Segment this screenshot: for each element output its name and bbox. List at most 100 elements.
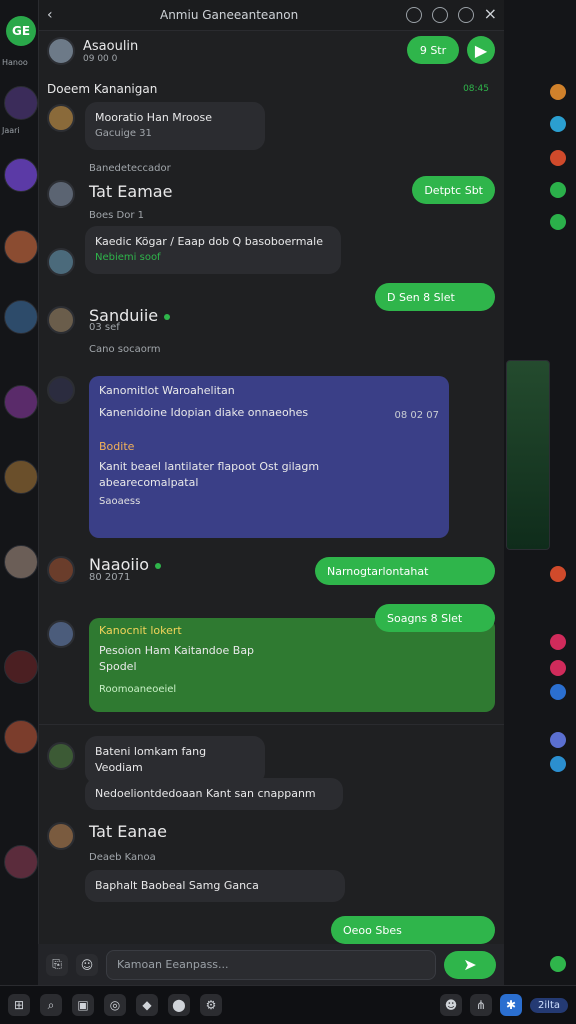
card-subtitle: Bodite — [99, 440, 135, 453]
server-avatar[interactable] — [4, 845, 38, 879]
contact-name: Asaoulin — [83, 38, 139, 54]
send-button[interactable]: ➤ — [444, 950, 496, 979]
message-text: Nedoeliontdedoaan Kant san cnappanm — [95, 787, 316, 800]
emoji-icon[interactable]: ☺ — [76, 953, 98, 976]
app-icon[interactable]: ⬤ — [168, 994, 190, 1016]
message — [47, 822, 75, 850]
message-bubble: Baphalt Baobeal Samg Ganca — [85, 870, 345, 902]
rail-label: Hanoo — [2, 58, 28, 67]
outgoing-message: Oeoo Sbes — [331, 916, 495, 944]
close-icon[interactable]: × — [484, 6, 497, 23]
alert-icon[interactable] — [550, 566, 566, 582]
server-avatar[interactable] — [4, 545, 38, 579]
play-icon[interactable] — [550, 956, 566, 972]
card-text: Kanenidoine Idopian diake onnaeohes — [99, 406, 309, 419]
badge-icon[interactable] — [550, 116, 566, 132]
message — [47, 104, 75, 132]
message-meta: Deaeb Kanoa — [89, 852, 156, 863]
pin-icon[interactable] — [457, 7, 474, 23]
message-bubble: Mooratio Han Mroose Gacuige 31 — [85, 102, 265, 150]
info-icon[interactable] — [550, 756, 566, 772]
video-call-button[interactable]: ▶ — [467, 36, 495, 64]
message-input[interactable]: Kamoan Eeanpass... — [106, 949, 436, 980]
highlight-card: Kanomitlot Waroahelitan Kanenidoine Idop… — [89, 376, 449, 538]
star-icon[interactable] — [550, 732, 566, 748]
server-avatar[interactable] — [4, 300, 38, 334]
sender-name: Tat Eamae — [89, 182, 173, 201]
files-icon[interactable]: ▣ — [72, 994, 94, 1016]
message-meta: 03 sef — [89, 322, 120, 333]
message-meta: 80 2071 — [89, 572, 131, 583]
message — [47, 376, 75, 404]
conversation-header: Asaoulin 09 00 0 9 Str ▶ — [47, 34, 495, 68]
composer: ⎘ ☺ Kamoan Eeanpass... ➤ — [38, 944, 504, 985]
card-text-2: Spodel — [99, 660, 137, 673]
heart-icon[interactable] — [550, 634, 566, 650]
message-bubble: Nedoeliontdedoaan Kant san cnappanm — [85, 778, 343, 810]
rail-label: Jaari — [2, 126, 20, 135]
message-meta: Boes Dor 1 — [89, 210, 144, 221]
sender-name: Mooratio Han Mroose — [95, 111, 213, 124]
message — [47, 742, 75, 770]
network-icon[interactable]: ⋔ — [470, 994, 493, 1016]
sender-name: Bateni lomkam fang Veodiam — [95, 745, 207, 774]
card-tag: Saoaess — [99, 496, 141, 507]
system-pill[interactable]: 2ilta — [530, 997, 568, 1013]
message — [47, 556, 75, 584]
message-line: Cano socaorm — [89, 344, 161, 355]
fire-icon[interactable] — [550, 150, 566, 166]
conversation-time: 08:45 — [463, 84, 489, 94]
card-title: Kanomitlot Waroahelitan — [99, 384, 235, 397]
server-avatar[interactable] — [4, 158, 38, 192]
outgoing-message: Narnogtarlontahat — [315, 557, 495, 585]
outgoing-message: Soagns 8 Slet — [375, 604, 495, 632]
app-logo[interactable]: GE — [6, 16, 36, 46]
trophy-icon[interactable] — [550, 84, 566, 100]
server-avatar[interactable] — [4, 650, 38, 684]
card-footer: Roomoaneoeiel — [99, 684, 177, 695]
bluetooth-icon[interactable]: ✱ — [500, 994, 523, 1016]
message-text: Kaedic Kögar / Eaap dob Q basoboermale — [95, 235, 323, 248]
back-button[interactable]: ‹ — [47, 7, 53, 23]
shield-icon[interactable] — [550, 182, 566, 198]
message — [47, 180, 75, 208]
card-title: Kanocnit lokert — [99, 624, 182, 637]
user-avatar-icon[interactable]: ☻ — [440, 994, 463, 1016]
game-icon[interactable] — [550, 214, 566, 230]
message — [47, 620, 75, 648]
server-avatar[interactable] — [4, 86, 38, 120]
windows-icon[interactable]: ⊞ — [8, 994, 30, 1016]
message-bubble: Kaedic Kögar / Eaap dob Q basoboermale N… — [85, 226, 341, 274]
message-bubble: Bateni lomkam fang Veodiam — [85, 736, 265, 784]
server-avatar[interactable] — [4, 230, 38, 264]
card-text: Pesoion Ham Kaitandoe Bap — [99, 644, 255, 657]
heart-icon[interactable] — [550, 660, 566, 676]
taskbar: ⊞ ⌕ ▣ ◎ ◆ ⬤ ⚙ ☻ ⋔ ✱ 2ilta — [0, 985, 576, 1024]
highlight-card: Kanocnit lokert Pesoion Ham Kaitandoe Ba… — [89, 618, 495, 712]
check-icon[interactable] — [550, 684, 566, 700]
info-icon[interactable] — [431, 7, 448, 23]
window-actions: × — [405, 6, 497, 23]
security-icon[interactable]: ◆ — [136, 994, 158, 1016]
title-bar: ‹ Anmiu Ganeeanteanon × — [39, 0, 505, 31]
attachment-icon[interactable]: ⎘ — [46, 953, 68, 976]
contact-avatar[interactable] — [47, 37, 75, 65]
server-avatar[interactable] — [4, 720, 38, 754]
server-avatar[interactable] — [4, 460, 38, 494]
search-icon[interactable]: ⌕ — [40, 994, 62, 1016]
conversation-title: Doeem Kananigan — [47, 82, 158, 96]
card-body-2: abearecomalpatal — [99, 476, 199, 489]
message-footer: Nebiemi soof — [95, 252, 161, 263]
server-avatar[interactable] — [4, 385, 38, 419]
settings-icon[interactable] — [405, 7, 422, 23]
divider — [39, 724, 505, 725]
voice-call-button[interactable]: 9 Str — [407, 36, 459, 64]
card-body: Kanit beael lantilater flapoot Ost gilag… — [99, 460, 320, 473]
window-title: Anmiu Ganeeanteanon — [159, 8, 299, 22]
game-thumbnail[interactable] — [506, 360, 550, 550]
chat-icon[interactable]: ◎ — [104, 994, 126, 1016]
settings-icon[interactable]: ⚙ — [200, 994, 222, 1016]
left-dock: GE Hanoo Jaari — [0, 0, 38, 985]
card-time: 08 02 07 — [394, 410, 439, 421]
message-text: Baphalt Baobeal Samg Ganca — [95, 879, 259, 892]
